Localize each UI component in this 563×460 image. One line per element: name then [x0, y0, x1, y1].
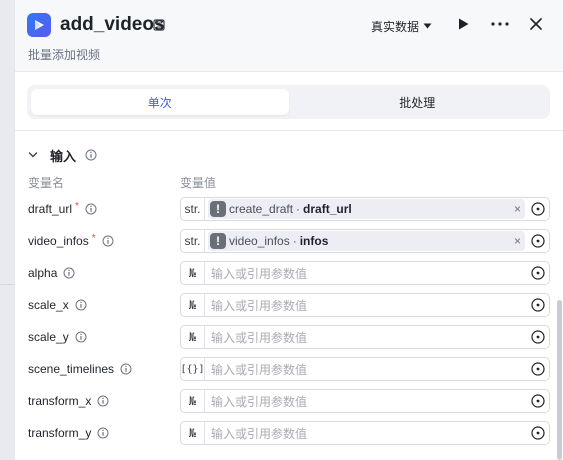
param-input-transform-x[interactable]: № 输入或引用参数值	[180, 389, 550, 413]
variable-picker-icon[interactable]	[531, 362, 545, 376]
save-icon[interactable]	[153, 19, 165, 31]
required-mark: *	[91, 232, 96, 244]
param-name: transform_x	[28, 394, 92, 408]
data-source-label: 真实数据	[371, 19, 420, 34]
variable-picker-icon[interactable]	[531, 266, 545, 280]
clear-reference-icon[interactable]: ×	[514, 202, 521, 216]
info-icon[interactable]	[120, 363, 132, 375]
type-tag: №	[181, 390, 205, 412]
panel-header: add_videos 批量添加视频 真实数据	[15, 0, 563, 72]
info-icon[interactable]	[75, 299, 87, 311]
input-placeholder[interactable]: 输入或引用参数值	[211, 393, 549, 410]
more-options-icon[interactable]	[490, 18, 510, 30]
param-name: scale_y	[28, 330, 69, 344]
param-name: transform_y	[28, 426, 92, 440]
param-label-video-infos: video_infos *	[28, 229, 114, 253]
type-tag: №	[181, 326, 205, 348]
variable-picker-icon[interactable]	[531, 394, 545, 408]
type-tag: str.	[181, 230, 205, 252]
param-label-draft-url: draft_url *	[28, 197, 97, 221]
info-icon[interactable]	[75, 331, 87, 343]
input-placeholder[interactable]: 输入或引用参数值	[211, 297, 549, 314]
node-description: 批量添加视频	[28, 48, 101, 62]
warning-icon: !	[210, 201, 226, 217]
info-icon[interactable]	[97, 395, 109, 407]
ref-field-name: draft_url	[303, 202, 352, 216]
param-name: alpha	[28, 266, 58, 280]
ref-node-name: video_infos	[229, 234, 290, 248]
type-tag: №	[181, 294, 205, 316]
node-title: add_videos	[60, 14, 165, 35]
param-input-alpha[interactable]: № 输入或引用参数值	[180, 261, 550, 285]
required-mark: *	[75, 200, 79, 212]
panel-scrollbar[interactable]	[557, 300, 562, 460]
input-section-toggle[interactable]: 输入	[28, 146, 97, 164]
clear-reference-icon[interactable]: ×	[514, 234, 521, 248]
param-input-transform-y[interactable]: № 输入或引用参数值	[180, 421, 550, 445]
node-config-panel: add_videos 批量添加视频 真实数据 单次 批处理 输入 变量名 变量值…	[14, 0, 563, 460]
tab-single[interactable]: 单次	[31, 89, 289, 115]
param-input-scene-timelines[interactable]: [{}] 输入或引用参数值	[180, 357, 550, 381]
caret-down-icon	[423, 23, 432, 29]
param-label-transform-y: transform_y	[28, 421, 109, 445]
plugin-logo	[27, 13, 51, 37]
param-name: draft_url	[28, 202, 73, 216]
param-input-draft-url[interactable]: str. ! create_draft · draft_url ×	[180, 197, 550, 221]
type-tag: №	[181, 422, 205, 444]
run-button[interactable]	[456, 17, 470, 31]
param-input-video-infos[interactable]: str. ! video_infos · infos ×	[180, 229, 550, 253]
input-section-title: 输入	[50, 148, 77, 164]
input-placeholder[interactable]: 输入或引用参数值	[211, 425, 549, 442]
column-header-name: 变量名	[28, 176, 65, 190]
param-input-scale-x[interactable]: № 输入或引用参数值	[180, 293, 550, 317]
variable-picker-icon[interactable]	[531, 234, 545, 248]
info-icon[interactable]	[97, 427, 109, 439]
variable-picker-icon[interactable]	[531, 426, 545, 440]
info-icon[interactable]	[85, 149, 97, 161]
param-label-scale-x: scale_x	[28, 293, 87, 317]
column-header-value: 变量值	[180, 176, 217, 190]
type-tag: [{}]	[180, 358, 205, 380]
variable-picker-icon[interactable]	[531, 298, 545, 312]
ref-separator: ·	[296, 202, 301, 216]
param-label-alpha: alpha	[28, 261, 75, 285]
param-name: video_infos	[28, 234, 89, 248]
canvas-edge	[0, 284, 14, 285]
param-name: scene_timelines	[28, 362, 115, 376]
chevron-down-icon	[28, 152, 38, 158]
warning-icon: !	[210, 233, 226, 249]
play-logo-icon	[35, 20, 44, 30]
info-icon[interactable]	[63, 267, 75, 279]
param-name: scale_x	[28, 298, 69, 312]
variable-picker-icon[interactable]	[531, 202, 545, 216]
close-icon[interactable]	[529, 17, 543, 31]
type-tag: str.	[181, 198, 205, 220]
variable-picker-icon[interactable]	[531, 330, 545, 344]
input-placeholder[interactable]: 输入或引用参数值	[211, 265, 549, 282]
ref-field-name: infos	[299, 234, 329, 248]
ref-node-name: create_draft	[229, 202, 294, 216]
variable-reference-chip[interactable]: ! create_draft · draft_url ×	[208, 199, 525, 219]
input-placeholder[interactable]: 输入或引用参数值	[211, 329, 549, 346]
type-tag: №	[181, 262, 205, 284]
param-label-transform-x: transform_x	[28, 389, 109, 413]
ref-separator: ·	[292, 234, 297, 248]
data-source-select[interactable]: 真实数据	[371, 17, 432, 35]
param-label-scene-timelines: scene_timelines	[28, 357, 132, 381]
info-icon[interactable]	[85, 203, 97, 215]
info-icon[interactable]	[102, 235, 114, 247]
tab-batch[interactable]: 批处理	[289, 89, 547, 115]
section-divider	[15, 130, 563, 131]
input-placeholder[interactable]: 输入或引用参数值	[211, 361, 549, 378]
variable-reference-chip[interactable]: ! video_infos · infos ×	[208, 231, 525, 251]
run-mode-switch: 单次 批处理	[27, 85, 550, 119]
param-input-scale-y[interactable]: № 输入或引用参数值	[180, 325, 550, 349]
param-label-scale-y: scale_y	[28, 325, 87, 349]
